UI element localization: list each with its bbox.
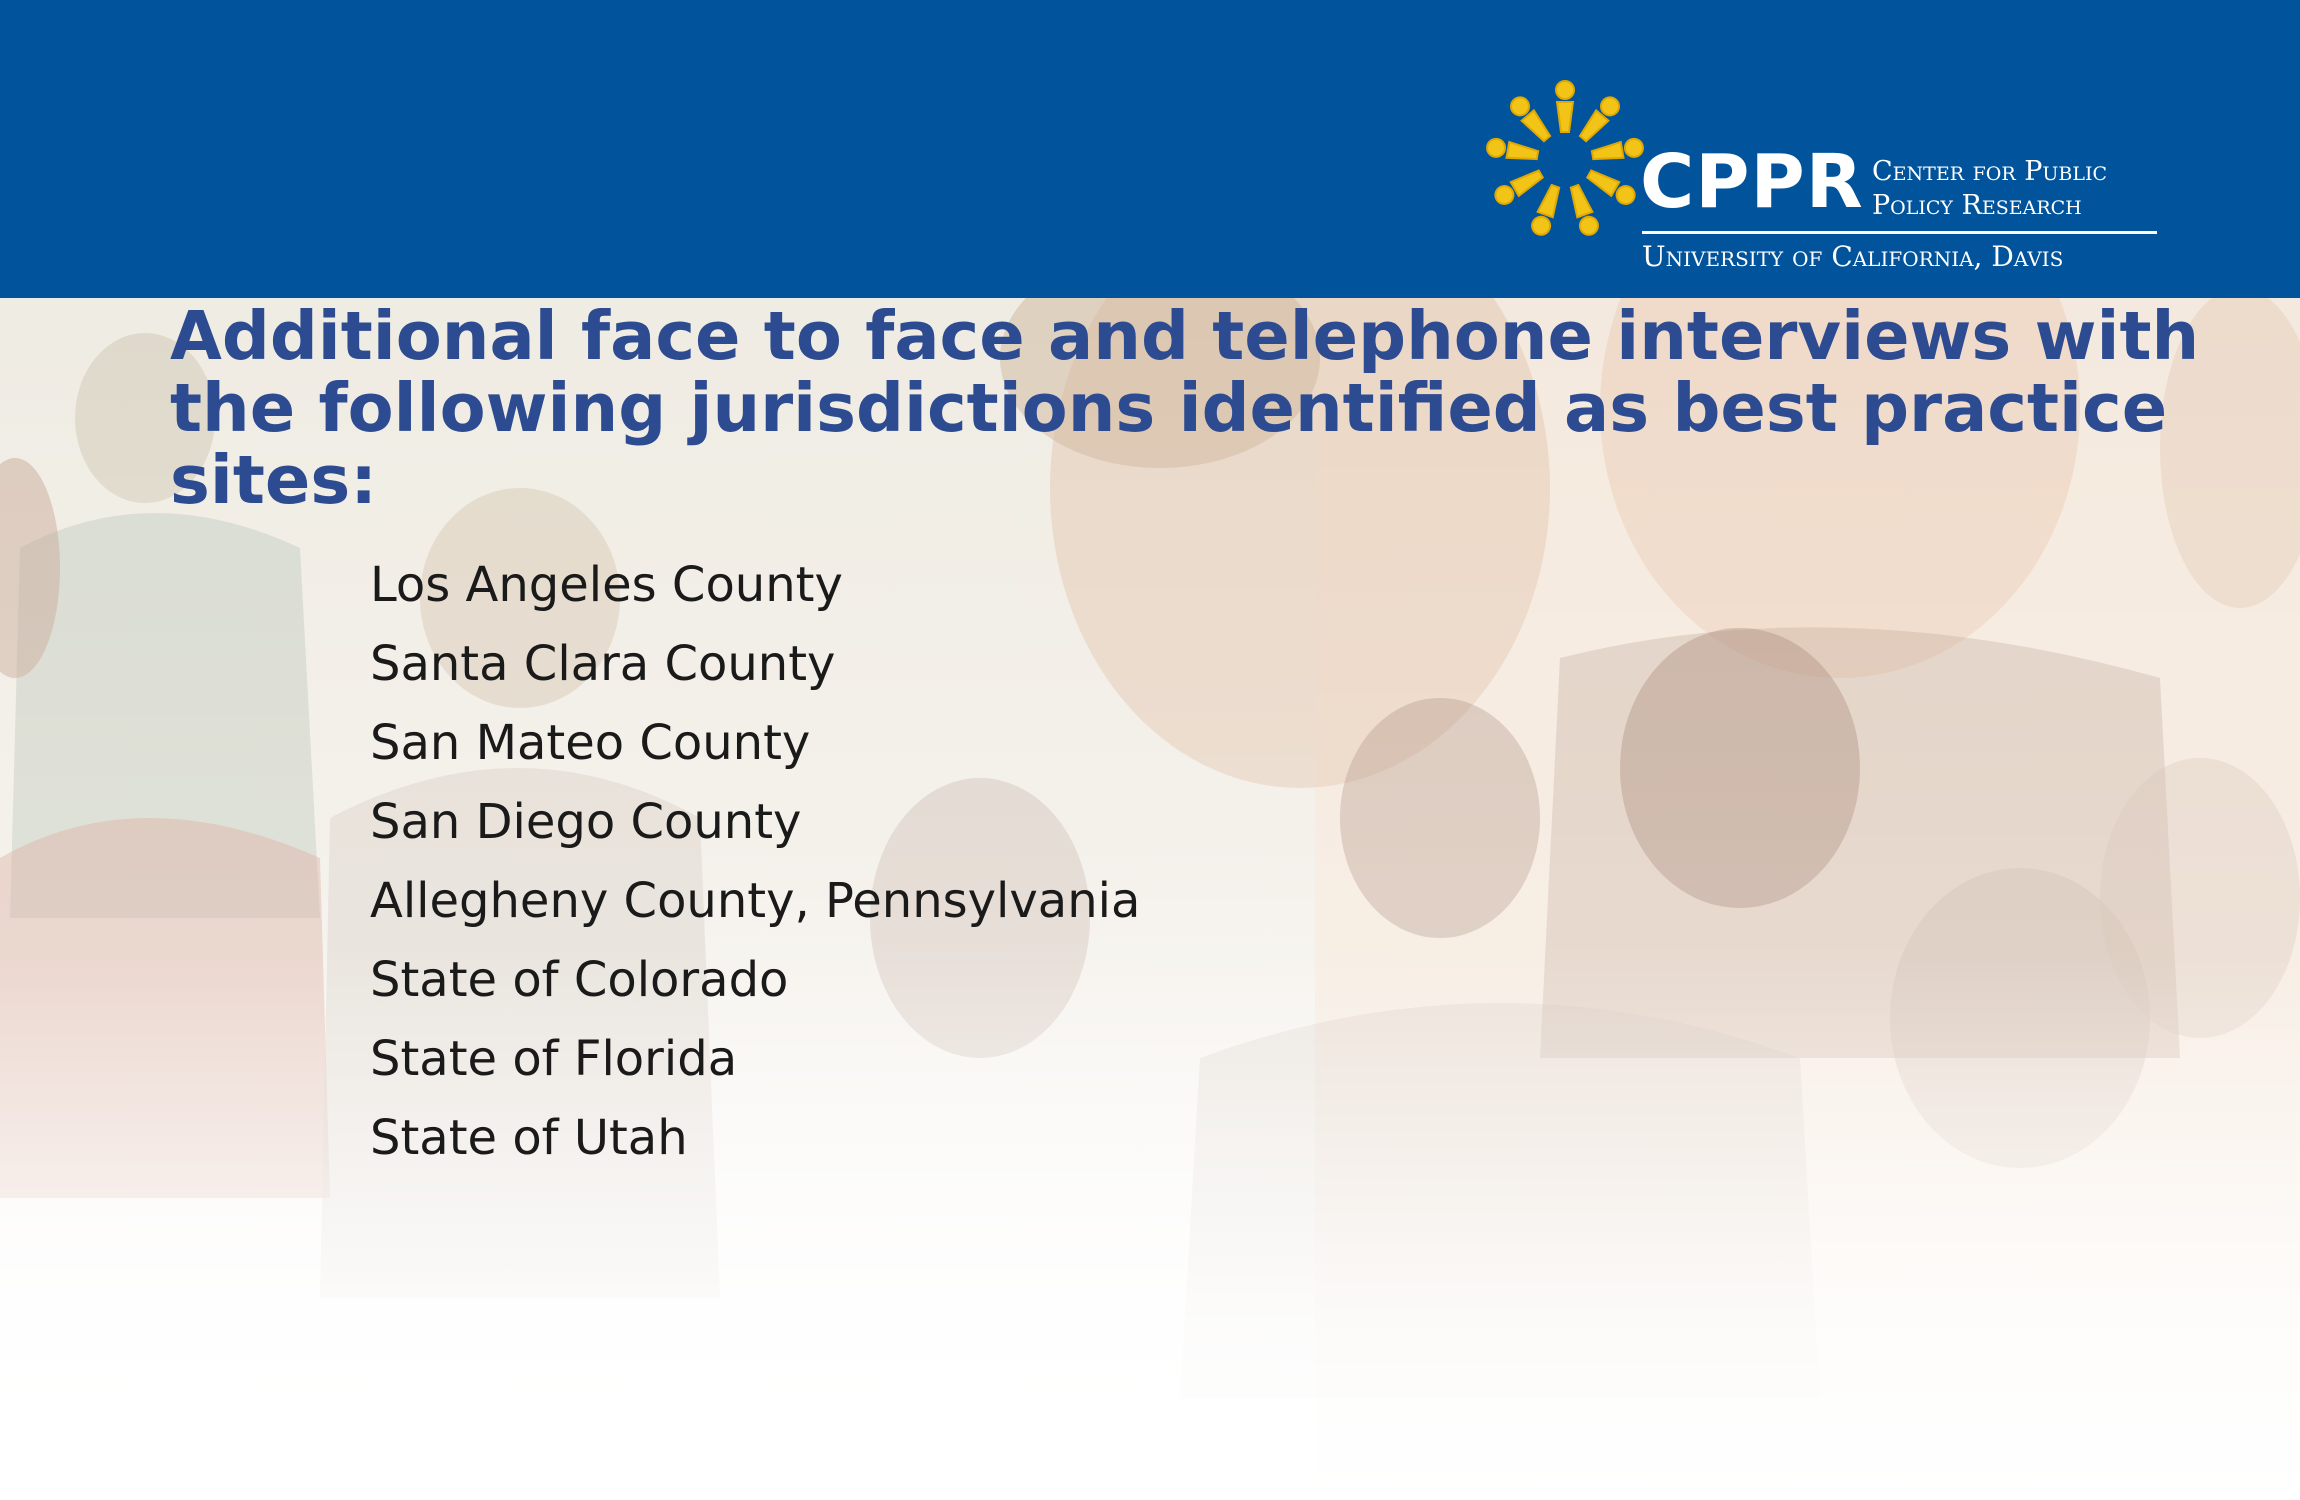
cppr-logo: CPPR Center for Public Policy Research U… [1470, 65, 2170, 285]
list-item: Los Angeles County [370, 557, 843, 613]
logo-wordmark: CPPR [1640, 139, 1864, 225]
jurisdiction-list: Los Angeles County Santa Clara County Sa… [370, 546, 1140, 1178]
list-item: San Mateo County [370, 715, 811, 771]
logo-divider [1642, 231, 2157, 234]
list-item: State of Utah [370, 1110, 688, 1166]
logo-line-1: Center for Public [1872, 156, 2108, 187]
list-item: Santa Clara County [370, 636, 836, 692]
list-item: San Diego County [370, 794, 802, 850]
slide-title: Additional face to face and telephone in… [170, 297, 2200, 519]
list-item: State of Colorado [370, 952, 789, 1008]
list-item: State of Florida [370, 1031, 738, 1087]
logo-line-2: Policy Research [1872, 190, 2082, 221]
logo-university: University of California, Davis [1642, 240, 2064, 273]
list-item: Allegheny County, Pennsylvania [370, 873, 1141, 929]
people-star-logo-icon [1486, 80, 1644, 236]
